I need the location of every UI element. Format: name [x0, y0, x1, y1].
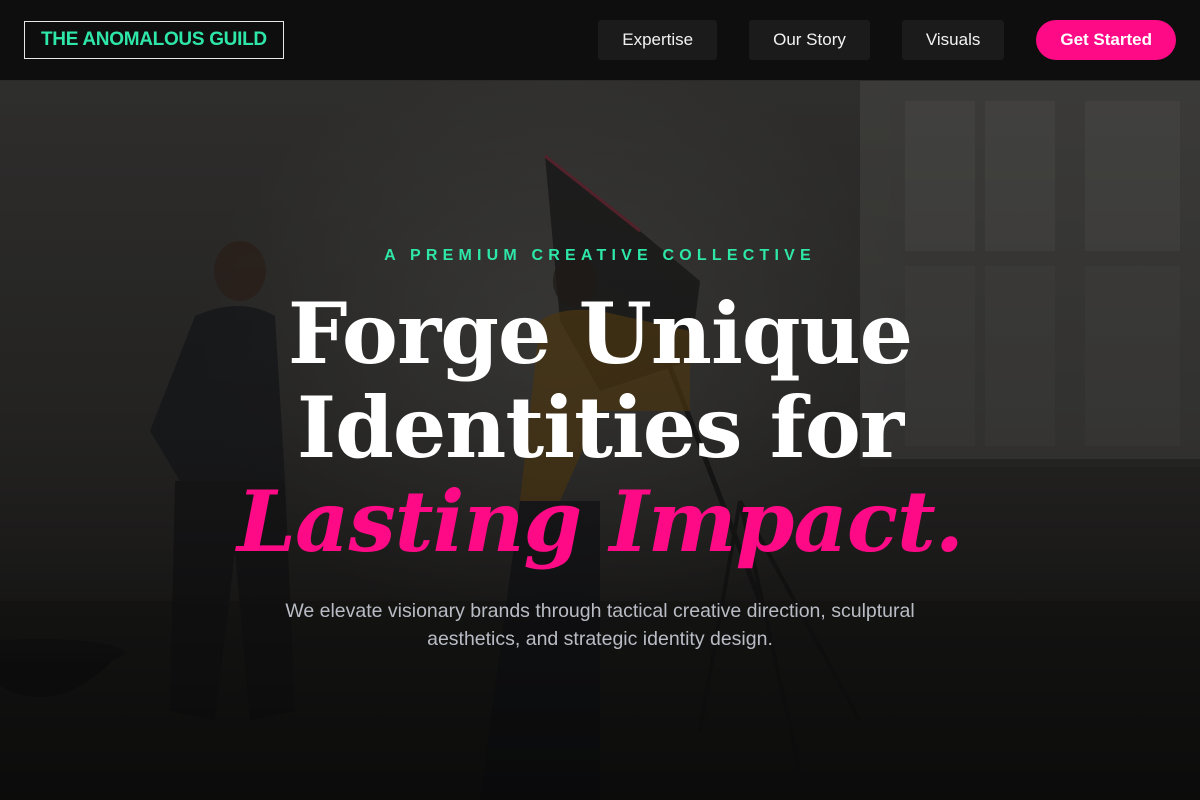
- brand-logo[interactable]: THE ANOMALOUS GUILD: [24, 21, 284, 59]
- top-navigation: THE ANOMALOUS GUILD Expertise Our Story …: [0, 0, 1200, 81]
- nav-link-expertise[interactable]: Expertise: [598, 20, 718, 60]
- hero-headline: Forge Unique Identities for Lasting Impa…: [0, 287, 1200, 569]
- headline-line-1: Forge Unique: [287, 284, 913, 383]
- headline-line-2: Identities for: [296, 378, 904, 477]
- hero-subtext: We elevate visionary brands through tact…: [285, 600, 915, 650]
- hero-section: A PREMIUM CREATIVE COLLECTIVE Forge Uniq…: [0, 81, 1200, 800]
- hero-eyebrow: A PREMIUM CREATIVE COLLECTIVE: [384, 247, 816, 264]
- headline-accent: Lasting Impact.: [236, 472, 964, 571]
- nav-link-visuals[interactable]: Visuals: [901, 20, 1005, 60]
- nav-links: Expertise Our Story Visuals Get Started: [598, 20, 1176, 60]
- nav-link-our-story[interactable]: Our Story: [749, 20, 870, 60]
- get-started-button[interactable]: Get Started: [1036, 20, 1176, 60]
